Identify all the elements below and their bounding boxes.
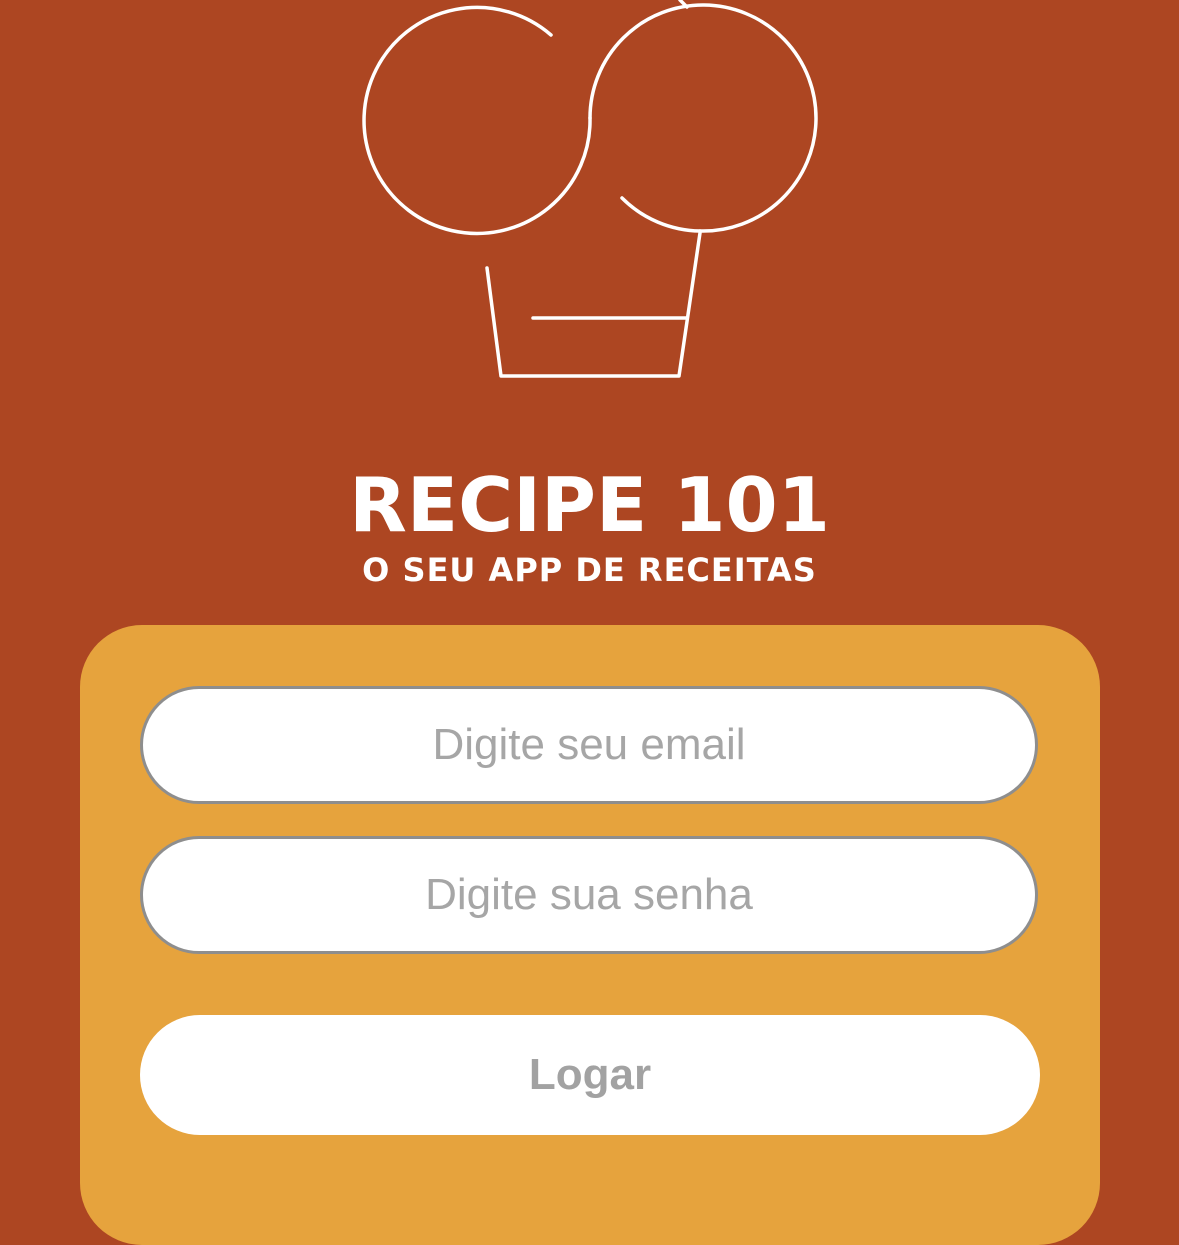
chef-hat-icon — [362, 0, 818, 378]
app-subtitle: O SEU APP DE RECEITAS — [362, 551, 817, 589]
login-card: Logar — [80, 625, 1100, 1245]
email-field[interactable] — [140, 686, 1038, 804]
app-title: RECIPE 101 — [349, 461, 830, 549]
password-field[interactable] — [140, 836, 1038, 954]
login-button[interactable]: Logar — [140, 1015, 1040, 1135]
